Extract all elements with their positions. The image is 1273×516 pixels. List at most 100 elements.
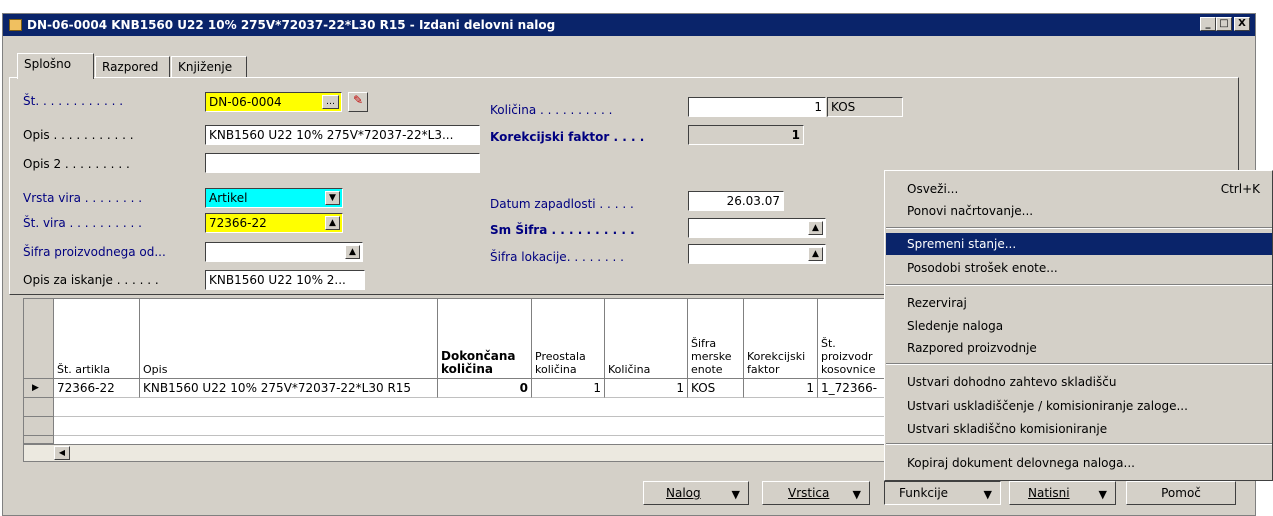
col-header-remaining-qty[interactable]: Preostala količina — [532, 299, 605, 379]
col-header-item-no[interactable]: Št. artikla — [54, 299, 140, 379]
lookup-arrow-icon[interactable]: ▲ — [808, 221, 823, 235]
line-menu-button[interactable]: Vrstica ▼ — [762, 481, 870, 505]
horizontal-scrollbar[interactable]: ◀ — [24, 444, 892, 461]
order-no-field[interactable]: DN-06-0004 … — [205, 92, 342, 112]
menu-separator — [886, 363, 1272, 365]
menu-item-refresh-shortcut: Ctrl+K — [1220, 182, 1260, 196]
cell-remaining-qty[interactable]: 1 — [532, 379, 605, 398]
minimize-button[interactable]: _ — [1200, 17, 1216, 31]
lookup-arrow-icon[interactable]: ▲ — [325, 216, 340, 230]
menu-item-reserve[interactable]: Rezerviraj — [886, 292, 1272, 314]
assist-edit-button[interactable]: … — [322, 95, 339, 109]
print-menu-button[interactable]: Natisni ▼ — [1009, 481, 1116, 505]
col-header-bom-no[interactable]: Št. proizvodr kosovnice — [818, 299, 894, 379]
search-description-field[interactable]: KNB1560 U22 10% 2... — [205, 270, 365, 290]
print-menu-label: Natisni — [1028, 486, 1070, 500]
description2-field[interactable] — [205, 153, 480, 173]
menu-item-refresh-label: Osveži... — [907, 182, 959, 196]
source-type-select[interactable]: Artikel ▼ — [205, 188, 343, 208]
source-type-value: Artikel — [209, 191, 248, 205]
menu-item-production-schedule[interactable]: Razpored proizvodnje — [886, 337, 1272, 359]
cell-correction-factor[interactable]: 1 — [744, 379, 818, 398]
menu-item-copy-document[interactable]: Kopiraj dokument delovnega naloga... — [886, 452, 1272, 474]
sm-code-field[interactable]: ▲ — [688, 218, 826, 238]
header-corner — [24, 299, 54, 379]
order-no-value: DN-06-0004 — [209, 95, 282, 109]
functions-menu-button[interactable]: Funkcije ▼ — [884, 481, 1001, 505]
lookup-arrow-icon[interactable]: ▲ — [808, 247, 823, 261]
source-type-label: Vrsta vira . . . . . . . . — [23, 191, 143, 205]
col-header-quantity[interactable]: Količina — [605, 299, 688, 379]
family-code-field[interactable]: ▲ — [205, 242, 363, 262]
col-header-finished-qty[interactable]: Dokončana količina — [438, 299, 532, 379]
order-no-label: Št. . . . . . . . . . . . — [23, 94, 124, 108]
row-selector[interactable] — [24, 398, 54, 417]
chevron-down-icon: ▼ — [1098, 488, 1107, 501]
family-code-label: Šifra proizvodnega od... — [23, 245, 166, 259]
col-header-finished-qty-line2: količina — [441, 362, 493, 376]
col-header-correction-factor-line2: faktor — [747, 363, 780, 376]
chevron-down-icon: ▼ — [983, 488, 992, 501]
quantity-label: Količina . . . . . . . . . . — [490, 103, 613, 117]
col-header-uom-line3: enote — [691, 363, 723, 376]
menu-item-refresh[interactable]: Osveži... Ctrl+K — [886, 178, 1272, 200]
menu-item-create-warehouse-pick[interactable]: Ustvari skladiščno komisioniranje — [886, 418, 1272, 440]
help-button[interactable]: Pomoč — [1126, 481, 1236, 505]
order-lines-table[interactable]: Št. artikla Opis Dokončana količina Preos… — [23, 298, 894, 462]
tab-razpored[interactable]: Razpored — [95, 56, 170, 78]
col-header-description[interactable]: Opis — [140, 299, 438, 379]
close-button[interactable]: X — [1234, 17, 1250, 31]
cell-bom-no[interactable]: 1_72366- — [818, 379, 894, 398]
correction-factor-label: Korekcijski faktor . . . . — [490, 130, 645, 144]
description-field[interactable]: KNB1560 U22 10% 275V*72037-22*L3... — [205, 125, 480, 145]
sm-code-label: Sm Šifra . . . . . . . . . . — [490, 223, 635, 237]
description2-label: Opis 2 . . . . . . . . . — [23, 157, 130, 171]
source-no-value: 72366-22 — [209, 216, 267, 230]
order-menu-label: Nalog — [666, 486, 701, 500]
row-selector[interactable] — [24, 417, 54, 436]
table-row-empty[interactable] — [54, 398, 894, 417]
menu-item-update-unit-cost[interactable]: Posodobi strošek enote... — [886, 257, 1272, 279]
chevron-down-icon[interactable]: ▼ — [325, 191, 340, 205]
col-header-remaining-qty-line1: Preostala — [535, 350, 586, 363]
correction-factor-field: 1 — [688, 125, 804, 145]
table-row-empty[interactable] — [54, 417, 894, 436]
col-header-bom-no-line2: proizvodr — [821, 350, 873, 363]
location-code-field[interactable]: ▲ — [688, 244, 826, 264]
menu-item-create-putaway-pick[interactable]: Ustvari uskladiščenje / komisioniranje z… — [886, 395, 1272, 417]
row-selector[interactable] — [24, 436, 54, 444]
menu-item-create-inbound-request[interactable]: Ustvari dohodno zahtevo skladišču — [886, 371, 1272, 393]
col-header-correction-factor[interactable]: Korekcijski faktor — [744, 299, 818, 379]
functions-menu-label: Funkcije — [899, 486, 949, 500]
due-date-field[interactable]: 26.03.07 — [688, 191, 784, 211]
cell-description[interactable]: KNB1560 U22 10% 275V*72037-22*L30 R15 — [140, 379, 438, 398]
col-header-uom[interactable]: Šifra merske enote — [688, 299, 744, 379]
tab-splosno[interactable]: Splošno — [17, 53, 94, 79]
quantity-field[interactable]: 1 — [688, 97, 826, 117]
cell-uom[interactable]: KOS — [688, 379, 744, 398]
col-header-uom-line2: merske — [691, 350, 732, 363]
cell-quantity[interactable]: 1 — [605, 379, 688, 398]
scroll-left-icon[interactable]: ◀ — [54, 446, 70, 460]
lookup-arrow-icon[interactable]: ▲ — [345, 245, 360, 259]
cell-item-no[interactable]: 72366-22 — [54, 379, 140, 398]
chevron-down-icon: ▼ — [731, 488, 740, 501]
col-header-bom-no-line3: kosovnice — [821, 363, 876, 376]
cell-finished-qty[interactable]: 0 — [438, 379, 532, 398]
row-selector-active[interactable]: ▶ — [24, 379, 54, 398]
chevron-down-icon: ▼ — [852, 488, 861, 501]
menu-item-change-status[interactable]: Spremeni stanje... — [886, 233, 1272, 255]
pencil-icon[interactable]: ✎ — [348, 92, 368, 112]
maximize-button[interactable]: □ — [1216, 17, 1232, 31]
menu-item-order-tracking[interactable]: Sledenje naloga — [886, 315, 1272, 337]
menu-separator — [886, 443, 1272, 445]
menu-item-replan[interactable]: Ponovi načrtovanje... — [886, 200, 1272, 222]
description-label: Opis . . . . . . . . . . . — [23, 128, 134, 142]
line-menu-label: Vrstica — [788, 486, 830, 500]
source-no-field[interactable]: 72366-22 ▲ — [205, 213, 343, 233]
title-bar[interactable]: DN-06-0004 KNB1560 U22 10% 275V*72037-22… — [3, 14, 1255, 36]
order-menu-button[interactable]: Nalog ▼ — [643, 481, 749, 505]
functions-dropdown-menu: Osveži... Ctrl+K Ponovi načrtovanje... S… — [884, 170, 1273, 481]
tab-knjizenje[interactable]: Knjiženje — [171, 56, 247, 78]
col-header-remaining-qty-line2: količina — [535, 363, 577, 376]
